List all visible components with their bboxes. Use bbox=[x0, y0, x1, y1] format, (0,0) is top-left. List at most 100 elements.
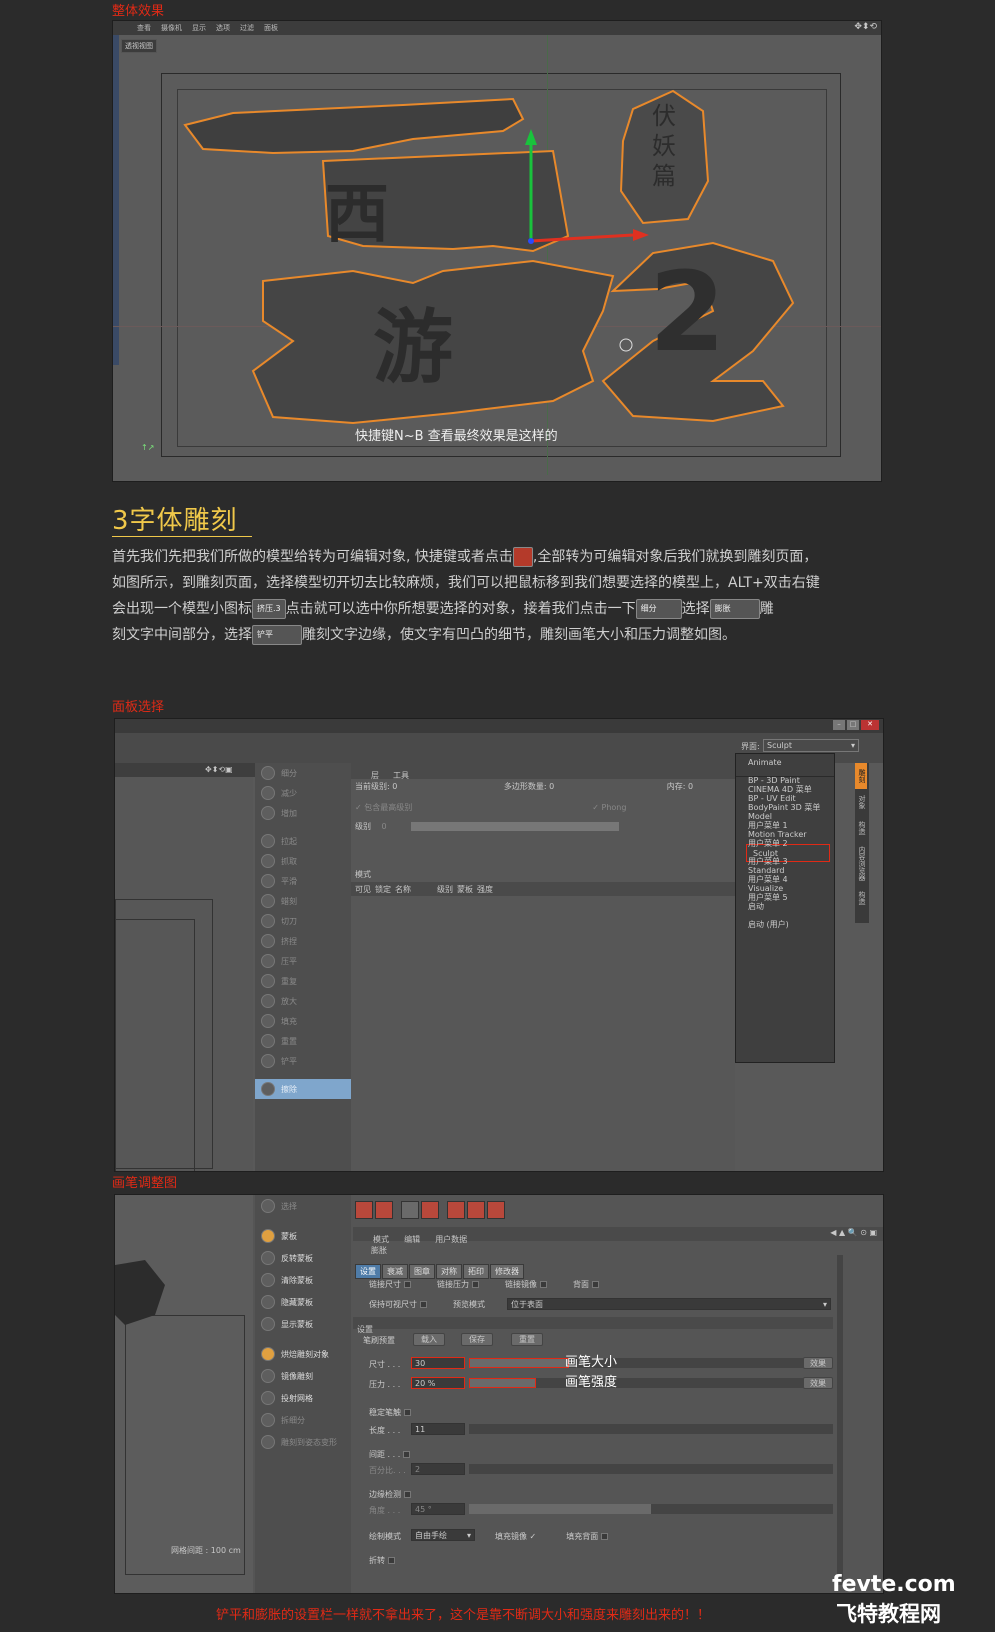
brush-tool-item[interactable]: 显示蒙板 bbox=[255, 1313, 351, 1335]
brush-tool-item[interactable]: 投射网格 bbox=[255, 1387, 351, 1409]
sculpt-tool-item[interactable]: 抓取 bbox=[255, 851, 351, 871]
sculpt-tool-item[interactable]: 重复 bbox=[255, 971, 351, 991]
layout-dropdown[interactable]: Sculpt ▾ bbox=[763, 739, 859, 752]
percent-input[interactable]: 2 bbox=[411, 1463, 465, 1475]
maximize-button[interactable]: □ bbox=[847, 720, 859, 730]
sculpt-tool-item[interactable]: 放大 bbox=[255, 991, 351, 1011]
size-slider[interactable] bbox=[469, 1358, 803, 1368]
stabilize-checkbox[interactable] bbox=[404, 1409, 411, 1416]
tab-settings[interactable]: 设置 bbox=[355, 1264, 381, 1279]
tab-modifiers[interactable]: 修改器 bbox=[490, 1264, 524, 1279]
viewport-panel[interactable]: 查看 摄像机 显示 选项 过滤 面板 ✥⬍⟲ 透视视图 西 游 2 伏妖篇 ↑↗… bbox=[112, 20, 882, 482]
attr-menu-userdata[interactable]: 用户数据 bbox=[435, 1235, 467, 1244]
side-tab[interactable]: 内容浏览器 bbox=[855, 841, 867, 885]
sculpt-toolbar-icon[interactable] bbox=[467, 1201, 485, 1219]
level-slider[interactable] bbox=[411, 822, 619, 831]
edge-detect-checkbox[interactable] bbox=[404, 1491, 411, 1498]
fold-checkbox[interactable] bbox=[388, 1557, 395, 1564]
sculpt-tool-item[interactable]: 压平 bbox=[255, 951, 351, 971]
sculpt-tool-item[interactable]: 重置 bbox=[255, 1031, 351, 1051]
link-size-checkbox[interactable] bbox=[404, 1281, 411, 1288]
length-slider[interactable] bbox=[469, 1424, 833, 1434]
brush-tool-item[interactable]: 雕刻到姿态变形 bbox=[255, 1431, 351, 1453]
tab-stencil[interactable]: 拓印 bbox=[463, 1264, 489, 1279]
brush-tool-item[interactable]: 选择 bbox=[255, 1195, 351, 1217]
percent-slider[interactable] bbox=[469, 1464, 833, 1474]
sculpt-tool-item[interactable]: 铲平 bbox=[255, 1051, 351, 1071]
viewport-nav-icons[interactable]: ✥⬍⟲▣ bbox=[205, 765, 233, 774]
load-button[interactable]: 载入 bbox=[413, 1333, 445, 1346]
attr-menu-edit[interactable]: 编辑 bbox=[404, 1235, 420, 1244]
pressure-input[interactable]: 20 % bbox=[411, 1377, 465, 1389]
layout-menu-item[interactable]: Animate bbox=[742, 754, 834, 772]
sculpt-tool-item[interactable]: 拉起 bbox=[255, 831, 351, 851]
sculpt-tool-item[interactable]: 增加 bbox=[255, 803, 351, 823]
minimize-button[interactable]: – bbox=[833, 720, 845, 730]
size-input[interactable]: 30 bbox=[411, 1357, 465, 1369]
save-button[interactable]: 保存 bbox=[461, 1333, 493, 1346]
sculpt-artwork[interactable] bbox=[113, 21, 882, 482]
inflate-icon[interactable]: 膨胀 bbox=[709, 599, 760, 619]
attr-nav-icons[interactable]: ◀ ▲ 🔍 ⊙ ▣ bbox=[830, 1228, 877, 1237]
size-effect-button[interactable]: 效果 bbox=[803, 1357, 833, 1369]
watermark-site: fevte.com bbox=[832, 1572, 956, 1597]
custom-menu-item[interactable]: 用户菜单 5 bbox=[742, 889, 834, 907]
sculpt-tool-item[interactable]: 平滑 bbox=[255, 871, 351, 891]
tab-tools[interactable]: 工具 bbox=[393, 771, 409, 780]
brush-tool-item[interactable]: 烘焙雕刻对象 bbox=[255, 1343, 351, 1365]
attr-menu-mode[interactable]: 模式 bbox=[373, 1235, 389, 1244]
make-editable-icon[interactable] bbox=[512, 547, 533, 567]
side-tab[interactable]: 构造 bbox=[855, 815, 867, 841]
link-pressure-checkbox[interactable] bbox=[472, 1281, 479, 1288]
brush-tool-item[interactable]: 蒙板 bbox=[255, 1225, 351, 1247]
length-input[interactable]: 11 bbox=[411, 1423, 465, 1435]
sculpt-toolbar-icon[interactable] bbox=[401, 1201, 419, 1219]
sculpt-toolbar-icon[interactable] bbox=[447, 1201, 465, 1219]
tab-layers[interactable]: 层 bbox=[371, 771, 379, 780]
angle-input[interactable]: 45 ° bbox=[411, 1503, 465, 1515]
attr-scrollbar[interactable] bbox=[837, 1255, 843, 1585]
sculpt-tool-item[interactable]: 蜡刻 bbox=[255, 891, 351, 911]
brush-tool-item[interactable]: 拆细分 bbox=[255, 1409, 351, 1431]
side-tab[interactable]: 对象 bbox=[855, 789, 867, 815]
preview-mode-dropdown[interactable]: 位于表面 ▾ bbox=[507, 1298, 831, 1310]
subdivide-icon[interactable]: 细分 bbox=[635, 599, 682, 619]
sculpt-toolbar-icon[interactable] bbox=[375, 1201, 393, 1219]
keep-visible-size-checkbox[interactable] bbox=[420, 1301, 427, 1308]
brush-tool-item[interactable]: 反转蒙板 bbox=[255, 1247, 351, 1269]
sculpt-tool-item[interactable]: 细分 bbox=[255, 763, 351, 783]
draw-mode-dropdown[interactable]: 自由手绘 ▾ bbox=[411, 1529, 475, 1541]
sculpt-tool-item[interactable]: 切刀 bbox=[255, 911, 351, 931]
sculpt-tool-item[interactable]: 减少 bbox=[255, 783, 351, 803]
reset-button[interactable]: 重置 bbox=[511, 1333, 543, 1346]
tab-falloff[interactable]: 衰减 bbox=[382, 1264, 408, 1279]
pressure-slider[interactable] bbox=[469, 1378, 803, 1388]
custom-menu-item[interactable]: 用户菜单 4 bbox=[742, 871, 834, 889]
tab-stamp[interactable]: 图章 bbox=[409, 1264, 435, 1279]
backface-checkbox[interactable] bbox=[592, 1281, 599, 1288]
brush-tool-item[interactable]: 镜像雕刻 bbox=[255, 1365, 351, 1387]
side-tab[interactable]: 构造 bbox=[855, 885, 867, 911]
pressure-effect-button[interactable]: 效果 bbox=[803, 1377, 833, 1389]
side-tab[interactable]: 雕刻 bbox=[855, 763, 867, 789]
sculpt-toolbar-icon[interactable] bbox=[487, 1201, 505, 1219]
close-button[interactable]: ✕ bbox=[861, 720, 879, 730]
sculpt-toolbar-icon[interactable] bbox=[355, 1201, 373, 1219]
sculpt-tool-item[interactable]: 挤捏 bbox=[255, 931, 351, 951]
sculpt-tool-item[interactable]: 填充 bbox=[255, 1011, 351, 1031]
tab-symmetry[interactable]: 对称 bbox=[436, 1264, 462, 1279]
brush-tool-item[interactable]: 隐藏蒙板 bbox=[255, 1291, 351, 1313]
fill-back-checkbox[interactable] bbox=[601, 1533, 609, 1540]
flatten-icon[interactable]: 铲平 bbox=[252, 625, 302, 645]
custom-menu-item[interactable]: 用户菜单 3 bbox=[742, 853, 834, 871]
custom-menu-item[interactable]: CINEMA 4D 菜单 bbox=[742, 781, 834, 799]
brush-tool-item[interactable]: 清除蒙板 bbox=[255, 1269, 351, 1291]
squeeze-object-icon[interactable]: 挤压.3 bbox=[252, 599, 286, 619]
layout-menu-item[interactable]: 启动 (用户) bbox=[742, 916, 834, 934]
sculpt-toolbar-icon[interactable] bbox=[421, 1201, 439, 1219]
sculpt-tool-item[interactable]: 擦除 bbox=[255, 1079, 351, 1099]
link-mirror-checkbox[interactable] bbox=[540, 1281, 547, 1288]
spacing-checkbox[interactable] bbox=[403, 1451, 411, 1458]
custom-menu-item[interactable]: BodyPaint 3D 菜单 bbox=[742, 799, 834, 817]
angle-slider[interactable] bbox=[469, 1504, 833, 1514]
